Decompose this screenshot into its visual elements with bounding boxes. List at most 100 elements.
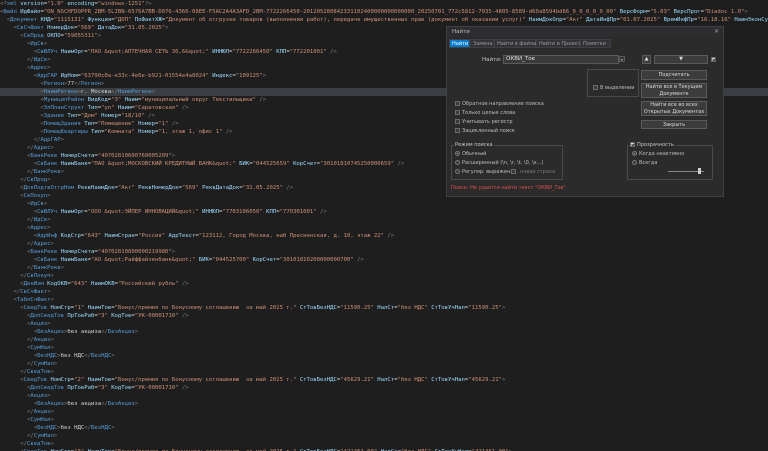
code-token: КодТов: [111, 385, 132, 391]
code-line[interactable]: <СумНал>: [0, 344, 768, 352]
code-line[interactable]: </СвПокуп>: [0, 272, 768, 280]
code-token: "windows-1251": [97, 1, 145, 7]
code-token: НаимСтран: [104, 233, 135, 239]
mode-normal-radio[interactable]: [455, 151, 460, 156]
transparency-slider-thumb[interactable]: [697, 168, 701, 174]
dot-newline-checkbox[interactable]: [511, 169, 516, 174]
search-down-button[interactable]: ▼: [654, 55, 708, 64]
tab-marks[interactable]: Пометки: [580, 39, 611, 48]
tab-find-in-files[interactable]: Найти в файлах: [494, 39, 539, 48]
code-token: "1": [74, 305, 88, 311]
code-line[interactable]: </СумНал>: [0, 360, 768, 368]
code-token: "Комната": [104, 129, 139, 135]
close-button[interactable]: Закрыть: [641, 120, 707, 129]
in-selection-checkbox[interactable]: [593, 85, 598, 90]
code-line[interactable]: <?xml version="1.0" encoding="windows-12…: [0, 0, 768, 8]
code-token: "40702810600760005209": [97, 153, 172, 159]
code-token: КодТов: [111, 313, 132, 319]
code-line[interactable]: </СведТов>: [0, 440, 768, 448]
code-line[interactable]: <ДопСведТов ПрТовРаб="3" КодТов="УК-0000…: [0, 312, 768, 320]
find-all-open-button[interactable]: Найти все во всех Открытых Документах: [641, 101, 707, 116]
code-token: "без НДС": [397, 377, 432, 383]
tab-replace[interactable]: Замена: [470, 39, 494, 48]
code-token: "31.05.2025": [124, 25, 166, 31]
code-token: ТаблСчФакт: [16, 297, 51, 303]
code-line[interactable]: <ДенИзм КодОКВ="643" НаимОКВ="Российский…: [0, 280, 768, 288]
code-token: "3": [97, 313, 112, 319]
mode-regex-radio[interactable]: [455, 169, 460, 174]
code-line[interactable]: </Адрес>: [0, 240, 768, 248]
code-line[interactable]: <Акциз>: [0, 392, 768, 400]
code-token: "ПАО &quot;МОСКОВСКИЙ КРЕДИТНЫЙ БАНК&quo…: [90, 161, 240, 167]
code-line[interactable]: <БезНДС>без НДС</БезНДС>: [0, 352, 768, 360]
backward-checkbox[interactable]: [455, 101, 460, 106]
code-line[interactable]: <ИдСв>: [0, 200, 768, 208]
code-line[interactable]: <СвЮЛУч НаимОрг="ООО &quot;ЭЙПЕР ИННОВАЦ…: [0, 208, 768, 216]
code-token: >: [165, 25, 169, 31]
close-icon[interactable]: ×: [714, 28, 719, 35]
tab-find[interactable]: Найти: [449, 39, 470, 48]
whole-word-checkbox[interactable]: [455, 110, 460, 115]
code-token: ПрТовРаб: [67, 385, 95, 391]
code-token: Регион: [80, 81, 102, 87]
code-line[interactable]: <БезАкциз>без акциза</БезАкциз>: [0, 328, 768, 336]
transparency-inactive-radio[interactable]: [632, 151, 637, 156]
wrap-around-checkbox[interactable]: [455, 128, 460, 133]
code-line[interactable]: <Акциз>: [0, 320, 768, 328]
code-line[interactable]: </Акциз>: [0, 408, 768, 416]
find-input[interactable]: ОКВИ_Тов: [503, 55, 619, 64]
code-line[interactable]: <Файл ИдФайл="ON_NSCHFDOPPR_2BM-5LIBN-65…: [0, 8, 768, 16]
code-line[interactable]: </Акциз>: [0, 336, 768, 344]
code-line[interactable]: <БезНДС>без НДС</БезНДС>: [0, 424, 768, 432]
code-line[interactable]: </БанкРекв>: [0, 264, 768, 272]
search-up-button[interactable]: ▲: [642, 55, 651, 64]
code-token: >: [501, 377, 506, 383]
code-token: КорСчет: [252, 257, 277, 263]
tab-find-in-project[interactable]: Найти в Проекте: [536, 39, 583, 48]
wrap-checkbox[interactable]: [711, 57, 716, 62]
transparency-slider[interactable]: [668, 168, 704, 174]
code-token: "АО &quot;Райффайзенбанк&quot;": [90, 257, 199, 263]
code-line[interactable]: <ТаблСчФакт>: [0, 296, 768, 304]
code-token: Функция: [87, 17, 112, 23]
code-token: без акциза: [67, 329, 102, 335]
code-line[interactable]: <СвБанк НаимБанк="АО &quot;Райффайзенбан…: [0, 256, 768, 264]
code-line[interactable]: <БанкРекв НомерСчета="407028108000002199…: [0, 248, 768, 256]
code-token: Адрес: [30, 65, 48, 71]
count-button[interactable]: Подсчитать: [641, 70, 707, 80]
code-token: />: [397, 161, 405, 167]
code-token: >: [47, 177, 51, 183]
find-history-dropdown-icon[interactable]: ▾: [619, 56, 625, 62]
code-line[interactable]: <Документ КНД="1115131" Функция="ДОП" По…: [0, 16, 768, 24]
code-token: СведТов: [23, 377, 51, 383]
match-case-checkbox[interactable]: [455, 119, 460, 124]
code-token: "044525659": [252, 161, 294, 167]
code-line[interactable]: <АдрИнф КодСтр="643" НаимСтран="Россия" …: [0, 232, 768, 240]
code-token: Акциз: [33, 337, 51, 343]
code-token: </: [26, 361, 34, 367]
code-token: Тип: [90, 129, 102, 135]
code-line[interactable]: <СумНал>: [0, 416, 768, 424]
transparency-always-radio[interactable]: [632, 160, 637, 165]
code-token: Номер: [138, 129, 155, 135]
code-line[interactable]: <БезАкциз>без акциза</БезАкциз>: [0, 400, 768, 408]
code-line[interactable]: </СумНал>: [0, 432, 768, 440]
code-line[interactable]: <ДопСведТов ПрТовРаб="3" КодТов="УК-0000…: [0, 384, 768, 392]
code-token: >: [50, 337, 54, 343]
code-line[interactable]: <СведТов НомСтр="1" НаимТов="Бонус/преми…: [0, 304, 768, 312]
code-token: Номер: [101, 113, 118, 119]
find-all-current-button[interactable]: Найти все в Текущем Документе: [641, 83, 707, 98]
code-line[interactable]: <Адрес>: [0, 224, 768, 232]
transparency-title: Прозрачность: [636, 142, 675, 148]
transparency-checkbox[interactable]: [630, 142, 635, 147]
code-line[interactable]: </СвСчФакт>: [0, 288, 768, 296]
mode-extended-radio[interactable]: [455, 160, 460, 165]
code-line[interactable]: </ИдСв>: [0, 216, 768, 224]
code-line[interactable]: </СведТов>: [0, 368, 768, 376]
code-line[interactable]: <СведТов НомСтр="2" НаимТов="Бонус/преми…: [0, 376, 768, 384]
